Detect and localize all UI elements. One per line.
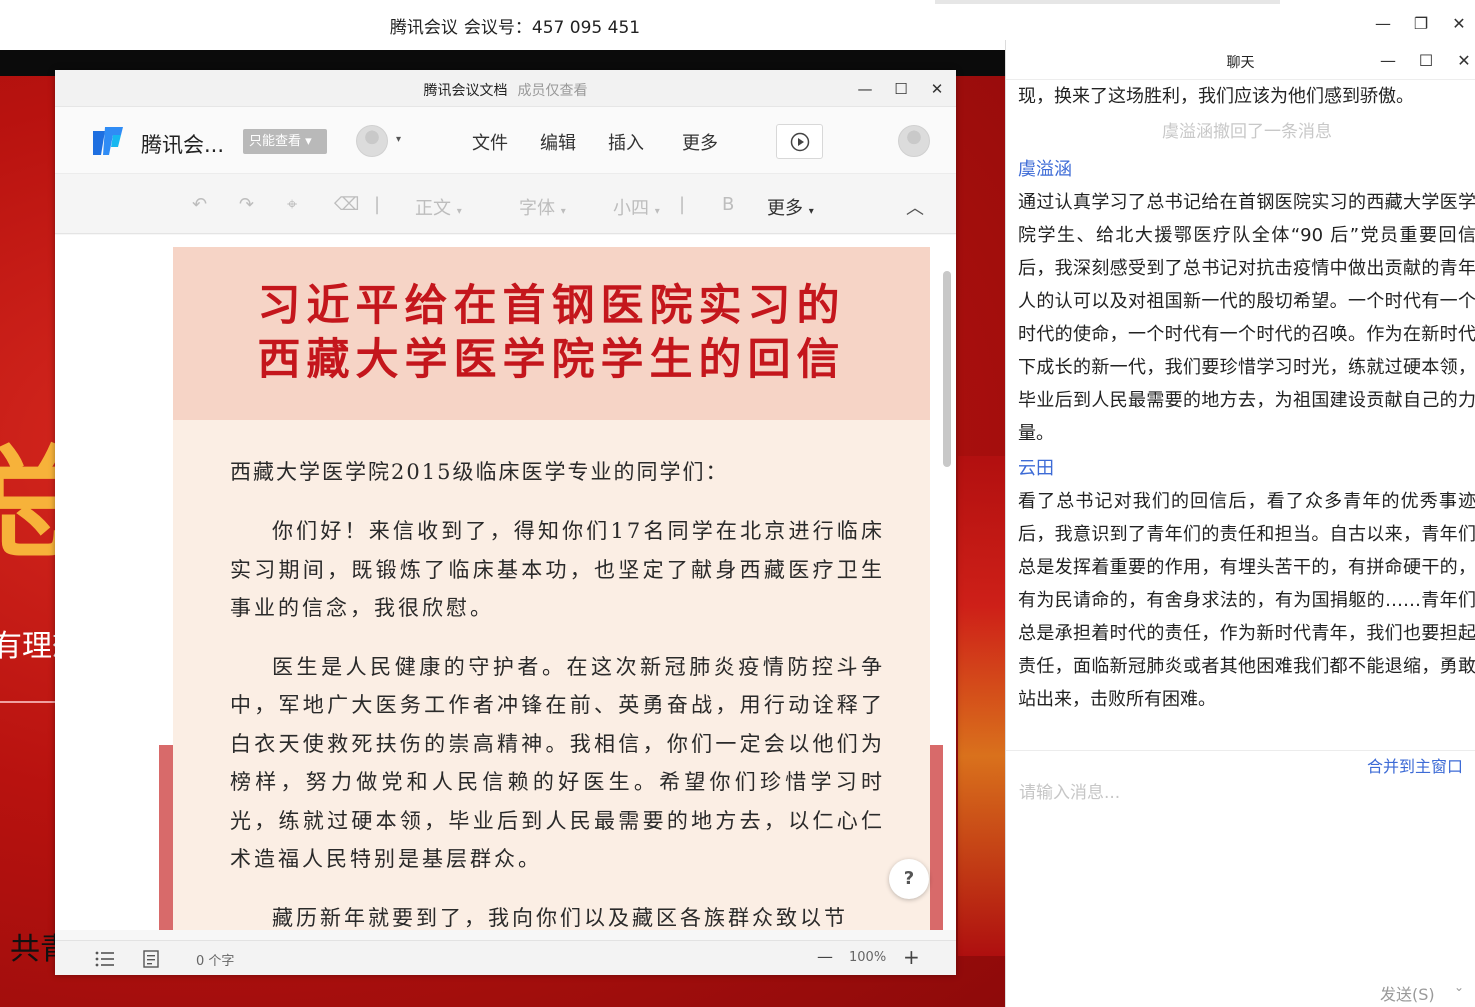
paper-border-right [929,745,943,930]
chevron-down-icon: ▾ [560,206,566,217]
chat-window-controls: — ☐ ✕ [1379,47,1473,73]
outline-icon[interactable] [95,951,115,967]
letter-title-line2: 西藏大学医学院学生的回信 [257,335,846,385]
chat-titlebar: 聊天 — ☐ ✕ [1006,40,1475,80]
slide-divider [0,701,56,703]
bold-button[interactable]: B [722,194,734,215]
toolbar-separator: | [374,194,381,215]
menu-edit[interactable]: 编辑 [540,129,576,155]
doc-name: 腾讯会... [141,133,225,157]
chat-system-message: 虞溢涵撤回了一条消息 [1162,122,1332,142]
letter-salutation: 西藏大学医学院2015级临床医学专业的同学们： [230,460,729,484]
vertical-scrollbar[interactable] [943,271,951,467]
collapse-toolbar-icon[interactable]: ︿ [906,194,924,220]
doc-statusbar: 0 个字 — 100% + [55,940,956,975]
undo-icon[interactable]: ↶ [192,194,207,215]
meeting-id-label: 会议号： [463,18,532,38]
zoom-out-button[interactable]: — [817,947,833,966]
chevron-down-icon: ▾ [654,206,660,217]
doc-window-subtitle: 成员仅查看 [517,83,588,99]
letter-paragraph: 藏历新年就要到了，我向你们以及藏区各族群众致以节 [272,905,848,930]
format-toolbar: ↶ ↷ ⌖ ⌫ | 正文 ▾ 字体 ▾ 小四 ▾ | B 更多 ▾ ︿ [55,174,956,234]
chat-close-button[interactable]: ✕ [1455,47,1473,73]
chat-message-input[interactable]: 请输入消息... [1019,778,1120,803]
chat-message-list[interactable]: 现，换来了这场胜利，我们应该为他们感到骄傲。 虞溢涵撤回了一条消息 虞溢涵 通过… [1018,80,1475,716]
menu-more[interactable]: 更多 [682,129,718,155]
chat-sender-name[interactable]: 虞溢涵 [1018,153,1475,186]
font-size-label: 小四 [613,198,649,219]
chat-message-text: 看了总书记对我们的回信后，看了众多青年的优秀事迹后，我意识到了青年们的责任和担当… [1018,491,1475,710]
collaborator-avatar[interactable] [356,125,388,157]
letter-paragraph: 你们好！来信收到了，得知你们17名同学在北京进行临床实习期间，既锻炼了临床基本功… [230,519,885,620]
merge-to-main-window-link[interactable]: 合并到主窗口 [1367,753,1463,777]
zoom-level[interactable]: 100% [849,950,886,965]
help-button[interactable]: ? [889,859,929,899]
tencent-docs-logo-icon [93,127,123,155]
window-shadow [935,0,1280,4]
send-options-chevron-icon[interactable]: ⌄ [1454,980,1464,994]
meeting-window-controls: — ❐ ✕ [1374,10,1468,36]
menu-insert[interactable]: 插入 [608,129,644,155]
chat-window: 聊天 — ☐ ✕ 现，换来了这场胜利，我们应该为他们感到骄傲。 虞溢涵撤回了一条… [1005,40,1475,1007]
font-family-label: 字体 [519,198,555,219]
readonly-badge[interactable]: 只能查看 ▾ [243,129,327,154]
chat-maximize-button[interactable]: ☐ [1417,47,1435,73]
toolbar-separator: | [679,194,686,215]
format-more-label: 更多 [767,198,803,219]
doc-menu: 文件 编辑 插入 更多 [472,129,718,155]
letter-body: 西藏大学医学院2015级临床医学专业的同学们： 你们好！来信收到了，得知你们17… [173,420,930,930]
paragraph-style-select[interactable]: 正文 ▾ [415,194,462,220]
doc-minimize-button[interactable]: — [856,76,874,102]
menu-file[interactable]: 文件 [472,129,508,155]
format-more-button[interactable]: 更多 ▾ [767,194,814,220]
close-button[interactable]: ✕ [1450,10,1468,36]
chat-minimize-button[interactable]: — [1379,47,1397,73]
word-count: 0 个字 [196,954,235,969]
zoom-in-button[interactable]: + [903,945,920,969]
chevron-down-icon: ▾ [456,206,462,217]
avatar-dropdown-icon[interactable]: ▾ [396,134,401,145]
minimize-button[interactable]: — [1374,10,1392,36]
letter-paragraph: 医生是人民健康的守护者。在这次新冠肺炎疫情防控斗争中，军地广大医务工作者冲锋在前… [230,654,885,872]
paragraph-style-label: 正文 [415,198,451,219]
play-icon [790,132,809,151]
doc-window-title: 腾讯会议文档 成员仅查看 [55,80,956,100]
doc-toolbar: 腾讯会... 只能查看 ▾ ▾ 文件 编辑 插入 更多 [55,107,956,174]
restore-button[interactable]: ❐ [1412,10,1430,36]
chevron-down-icon: ▾ [808,206,814,217]
letter-image: 习近平给在首钢医院实习的 西藏大学医学院学生的回信 西藏大学医学院2015级临床… [173,247,930,930]
paper-border-left [159,745,173,930]
slide-wheat-decoration [958,456,1005,956]
doc-canvas[interactable]: 习近平给在首钢医院实习的 西藏大学医学院学生的回信 西藏大学医学院2015级临床… [55,235,956,930]
user-avatar[interactable] [898,125,930,157]
redo-icon[interactable]: ↷ [239,194,254,215]
chat-message-text: 通过认真学习了总书记给在首钢医院实习的西藏大学医学院学生、给北大援鄂医疗队全体“… [1018,192,1475,444]
clear-format-icon[interactable]: ⌫ [334,194,359,215]
page-view-icon[interactable] [143,950,159,968]
letter-header: 习近平给在首钢医院实习的 西藏大学医学院学生的回信 [173,247,930,420]
font-family-select[interactable]: 字体 ▾ [519,194,566,220]
font-size-select[interactable]: 小四 ▾ [613,194,660,220]
document-window: 腾讯会议文档 成员仅查看 — ☐ ✕ 腾讯会... 只能查看 ▾ ▾ 文件 编辑 … [55,70,956,975]
doc-close-button[interactable]: ✕ [928,76,946,102]
letter-title-line1: 习近平给在首钢医院实习的 [257,281,846,331]
meeting-title: 腾讯会议 会议号：457 095 451 [0,13,1030,38]
doc-window-title-text: 腾讯会议文档 [423,83,508,99]
doc-maximize-button[interactable]: ☐ [892,76,910,102]
doc-titlebar: 腾讯会议文档 成员仅查看 — ☐ ✕ [55,70,956,107]
doc-window-controls: — ☐ ✕ [856,76,946,102]
chat-divider [1006,750,1475,751]
present-button[interactable] [776,124,823,159]
chat-message-text: 现，换来了这场胜利，我们应该为他们感到骄傲。 [1018,86,1414,107]
send-button[interactable]: 发送(S) [1380,981,1435,1005]
meeting-id: 457 095 451 [531,18,641,38]
format-painter-icon[interactable]: ⌖ [287,194,297,215]
meeting-app-name: 腾讯会议 [389,18,458,38]
chat-sender-name[interactable]: 云田 [1018,452,1475,485]
